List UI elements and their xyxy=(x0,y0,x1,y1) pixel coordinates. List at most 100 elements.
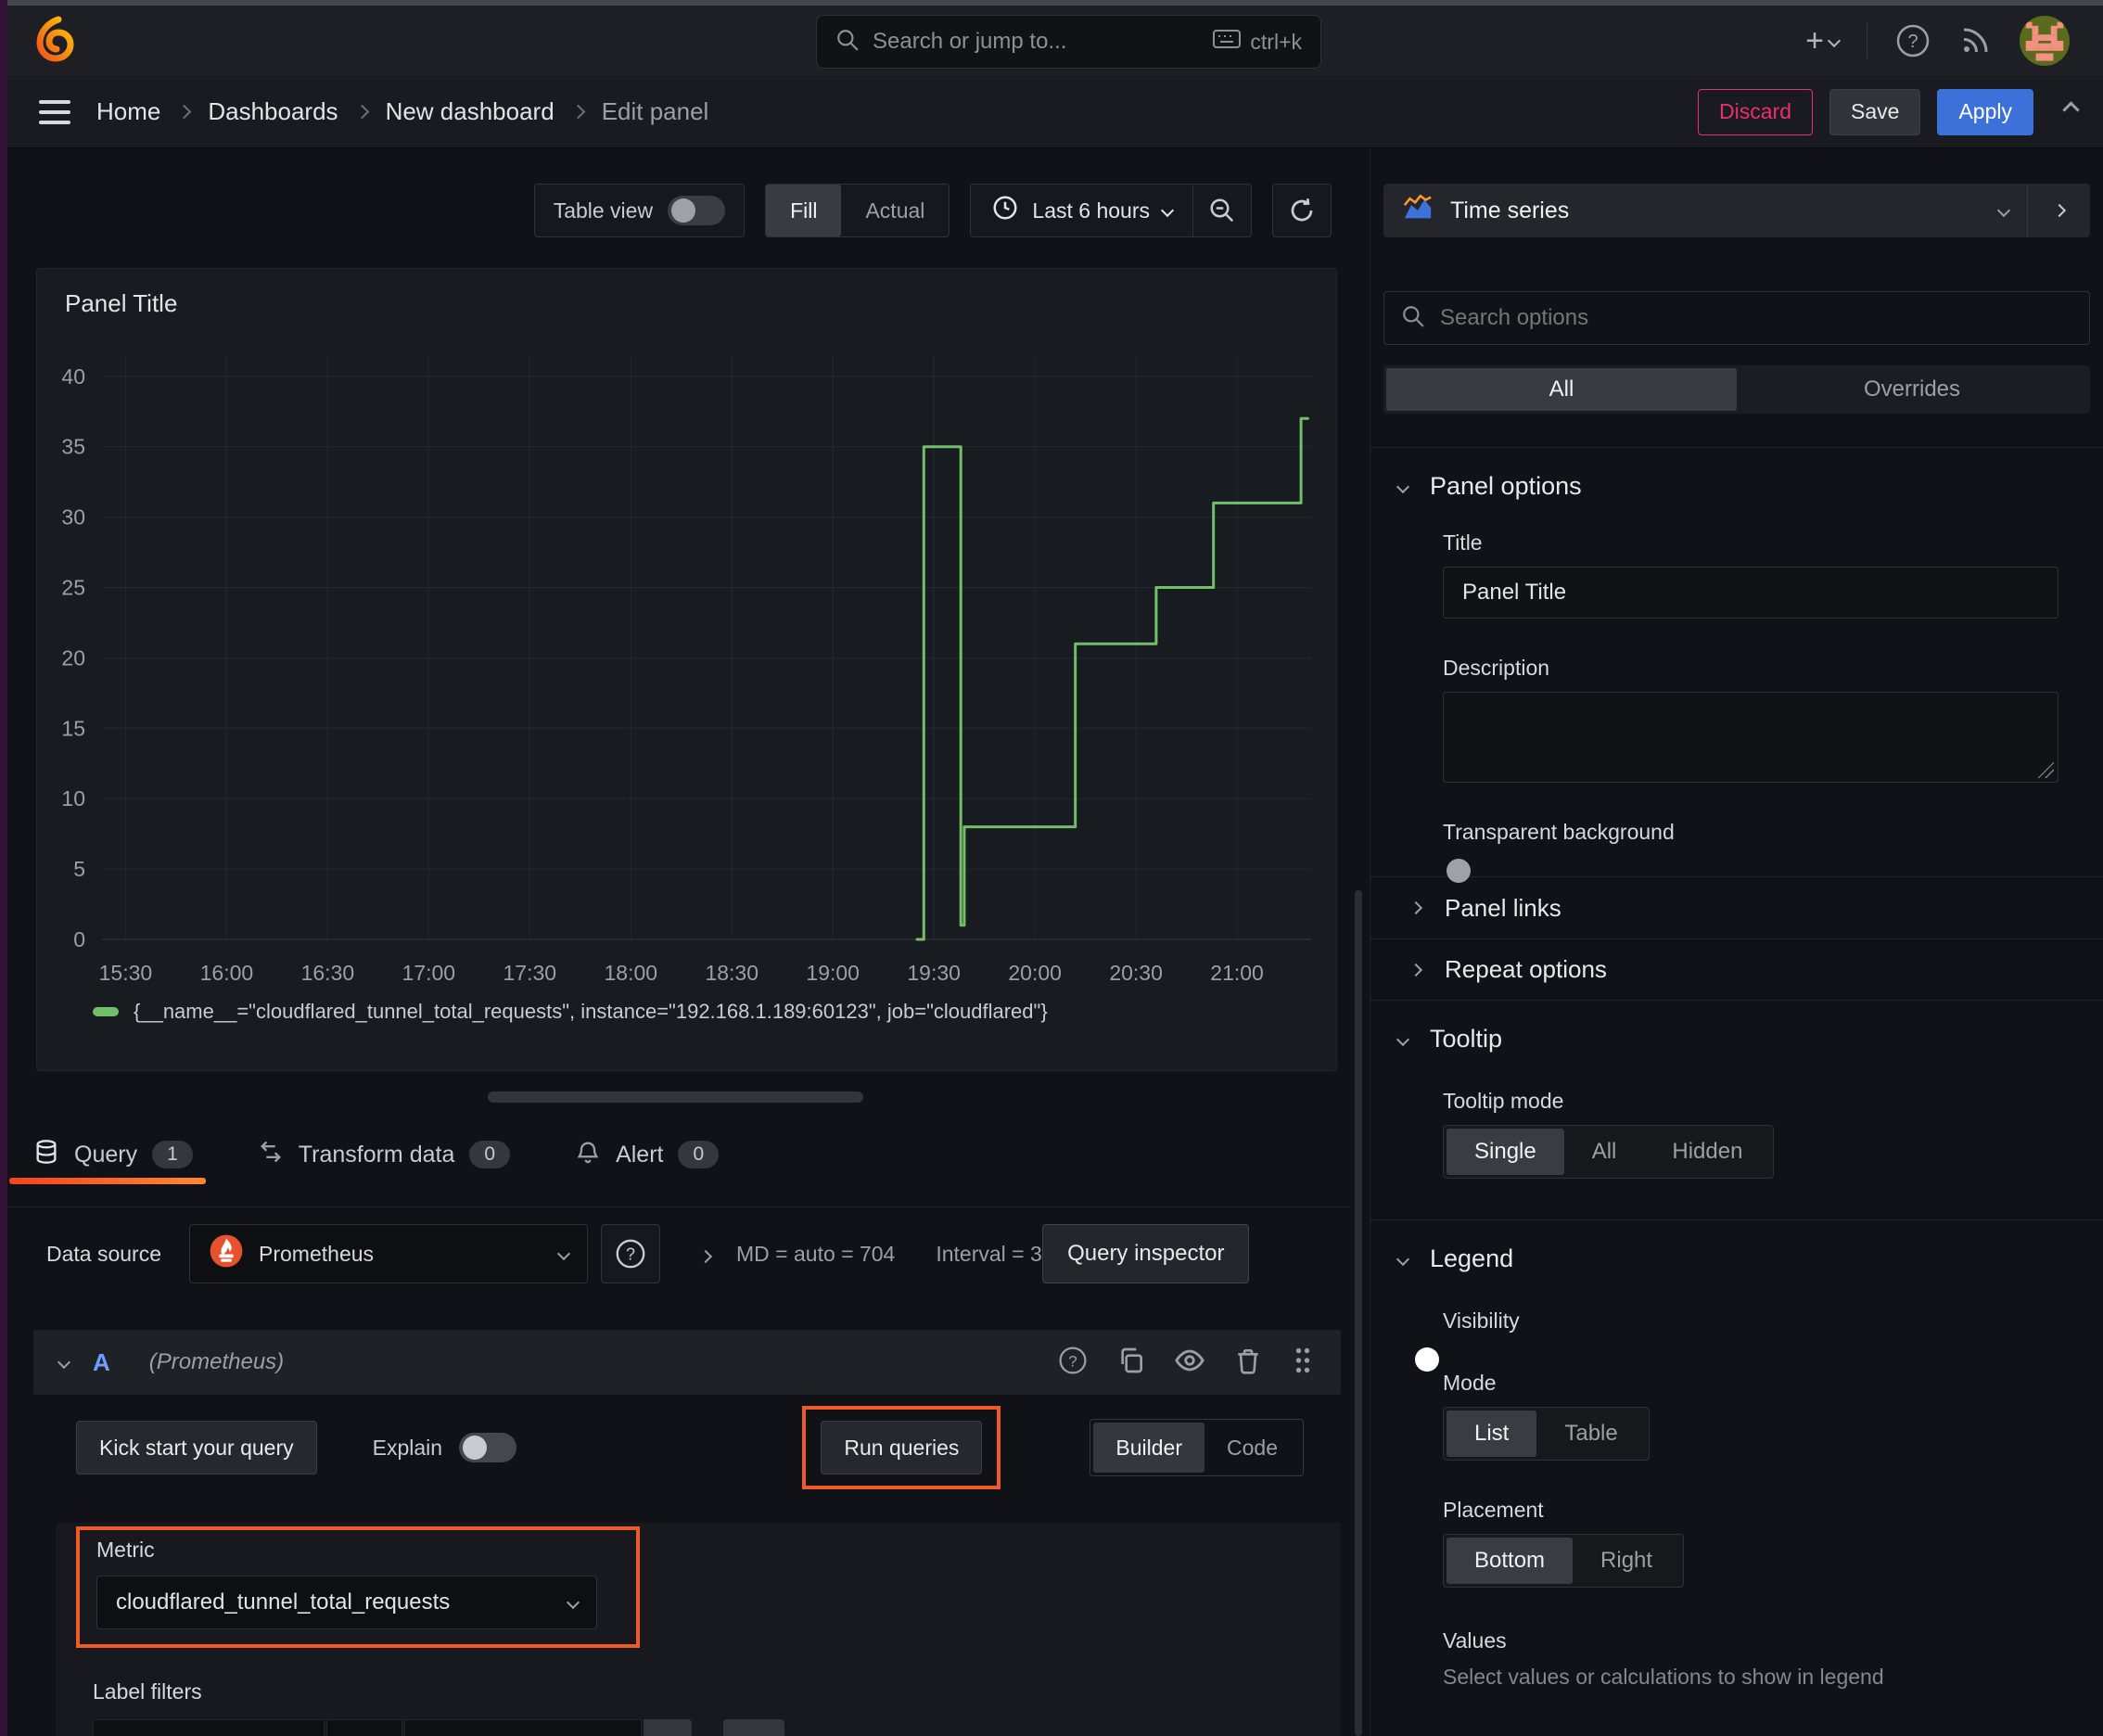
chevron-right-icon xyxy=(570,104,585,120)
tooltip-single-option[interactable]: Single xyxy=(1447,1129,1564,1175)
save-button[interactable]: Save xyxy=(1829,88,1921,135)
tooltip-all-option[interactable]: All xyxy=(1564,1129,1645,1175)
duplicate-query-icon[interactable] xyxy=(1116,1346,1146,1380)
label-filters-row: Select label = Select value xyxy=(93,1719,1341,1736)
breadcrumb-home[interactable]: Home xyxy=(96,97,160,126)
query-help-icon[interactable]: ? xyxy=(1057,1345,1089,1381)
panel-options-header[interactable]: Panel options xyxy=(1383,472,2090,501)
y-tick-label: 25 xyxy=(61,575,85,599)
kick-start-query-button[interactable]: Kick start your query xyxy=(76,1421,317,1474)
tab-overrides[interactable]: Overrides xyxy=(1737,368,2087,411)
tooltip-hidden-option[interactable]: Hidden xyxy=(1644,1129,1770,1175)
help-icon[interactable]: ? xyxy=(1895,23,1931,58)
news-broadcast-icon[interactable] xyxy=(1958,24,1992,57)
placement-bottom-option[interactable]: Bottom xyxy=(1447,1538,1574,1584)
chevron-right-icon xyxy=(1408,900,1423,915)
visibility-label: Visibility xyxy=(1443,1308,1520,1333)
query-options-summary[interactable]: MD = auto = 704 Interval = 30s xyxy=(736,1242,1064,1267)
grafana-edit-panel-page: ctrl+k + ? xyxy=(0,0,2103,1736)
query-row-header[interactable]: A (Prometheus) ? xyxy=(33,1330,1341,1395)
user-avatar[interactable] xyxy=(2020,16,2070,66)
fill-option[interactable]: Fill xyxy=(766,185,842,236)
query-options-expand-icon[interactable] xyxy=(698,1242,713,1267)
data-source-help-icon[interactable]: ? xyxy=(601,1224,661,1283)
select-label-dropdown[interactable]: Select label xyxy=(93,1719,325,1736)
tab-transform-data[interactable]: Transform data 0 xyxy=(258,1130,511,1179)
refresh-button[interactable] xyxy=(1273,185,1331,236)
viz-suggestions-button[interactable] xyxy=(2027,184,2090,237)
description-textarea[interactable] xyxy=(1443,692,2058,783)
legend-placement-group: Bottom Right xyxy=(1443,1534,1685,1588)
repeat-options-section[interactable]: Repeat options xyxy=(1370,938,2103,1000)
y-tick-label: 0 xyxy=(73,927,85,951)
options-search-input[interactable] xyxy=(1440,305,2072,331)
remove-filter-button[interactable]: ✕ xyxy=(644,1719,693,1736)
tooltip-section-header[interactable]: Tooltip xyxy=(1383,1025,2090,1053)
tab-query[interactable]: Query 1 xyxy=(9,1130,206,1184)
tab-all-options[interactable]: All xyxy=(1386,368,1737,411)
code-option[interactable]: Code xyxy=(1204,1423,1300,1473)
breadcrumb-bar: Home Dashboards New dashboard Edit panel… xyxy=(0,76,2103,148)
search-icon xyxy=(1401,304,1425,333)
panel-links-section[interactable]: Panel links xyxy=(1370,877,2103,938)
select-value-dropdown[interactable]: Select value xyxy=(404,1719,643,1736)
collapse-query-icon[interactable] xyxy=(57,1355,71,1370)
grafana-logo-icon[interactable] xyxy=(33,15,82,68)
operator-dropdown[interactable]: = xyxy=(326,1719,403,1736)
data-source-row: Data source Prometheus ? MD = auto = 704… xyxy=(46,1224,1341,1283)
y-tick-label: 20 xyxy=(61,645,85,670)
collapse-options-icon[interactable] xyxy=(2062,100,2080,121)
time-range-group: Last 6 hours xyxy=(970,184,1252,237)
hide-query-icon[interactable] xyxy=(1174,1345,1205,1381)
metric-label: Metric xyxy=(96,1538,155,1562)
svg-text:?: ? xyxy=(1907,32,1918,52)
x-tick-label: 15:30 xyxy=(99,961,153,985)
pane-splitter[interactable] xyxy=(1350,148,1370,1736)
scrollbar-thumb[interactable] xyxy=(1355,890,1362,1736)
breadcrumb-dashboards[interactable]: Dashboards xyxy=(208,97,338,126)
placement-right-option[interactable]: Right xyxy=(1573,1538,1680,1584)
breadcrumb-new-dashboard[interactable]: New dashboard xyxy=(386,97,554,126)
panel-preview[interactable]: Panel Title 15:30 16:00 16:30 17:00 17:30 18:… xyxy=(36,268,1337,1071)
visualization-picker[interactable]: Time series xyxy=(1383,184,2027,237)
transform-icon xyxy=(258,1139,284,1171)
builder-option[interactable]: Builder xyxy=(1093,1423,1205,1473)
clock-icon xyxy=(991,194,1019,227)
table-view-toggle[interactable] xyxy=(668,196,726,225)
new-menu-button[interactable]: + xyxy=(1805,23,1842,59)
explain-toggle[interactable] xyxy=(459,1433,517,1462)
apply-button[interactable]: Apply xyxy=(1937,88,2033,135)
svg-text:?: ? xyxy=(1068,1352,1077,1370)
series-line xyxy=(915,416,1309,941)
refresh-group xyxy=(1272,184,1332,237)
panel-title-input[interactable] xyxy=(1443,567,2058,619)
time-range-picker[interactable]: Last 6 hours xyxy=(971,185,1192,236)
search-input[interactable] xyxy=(873,29,1201,55)
options-search[interactable] xyxy=(1383,291,2090,345)
global-search[interactable]: ctrl+k xyxy=(816,15,1321,69)
metric-select[interactable]: cloudflared_tunnel_total_requests xyxy=(96,1576,597,1629)
legend-list-option[interactable]: List xyxy=(1447,1410,1537,1457)
add-filter-button[interactable]: + xyxy=(723,1719,785,1736)
data-source-picker[interactable]: Prometheus xyxy=(189,1224,589,1283)
resize-grip-icon[interactable] xyxy=(2037,761,2054,778)
chevron-down-icon xyxy=(556,1246,571,1261)
actual-option[interactable]: Actual xyxy=(841,185,949,236)
discard-button[interactable]: Discard xyxy=(1698,88,1814,135)
run-queries-button[interactable]: Run queries xyxy=(821,1421,983,1474)
chart-legend[interactable]: {__name__="cloudflared_tunnel_total_requ… xyxy=(93,1000,1048,1024)
tab-alert[interactable]: Alert 0 xyxy=(575,1130,720,1179)
legend-section-header[interactable]: Legend xyxy=(1383,1245,2090,1273)
zoom-out-button[interactable] xyxy=(1193,185,1251,236)
title-label: Title xyxy=(1443,530,1483,555)
panel-resize-handle[interactable] xyxy=(487,1091,863,1103)
options-pane: Time series All Overrides xyxy=(1370,148,2103,1736)
menu-toggle-icon[interactable] xyxy=(39,99,70,124)
drag-handle-icon[interactable] xyxy=(1291,1347,1315,1379)
chevron-right-icon xyxy=(177,104,192,120)
legend-label: {__name__="cloudflared_tunnel_total_requ… xyxy=(134,1000,1048,1023)
legend-table-option[interactable]: Table xyxy=(1536,1410,1645,1457)
delete-query-icon[interactable] xyxy=(1233,1346,1263,1380)
query-inspector-button[interactable]: Query inspector xyxy=(1042,1224,1250,1283)
y-tick-label: 30 xyxy=(61,505,85,530)
